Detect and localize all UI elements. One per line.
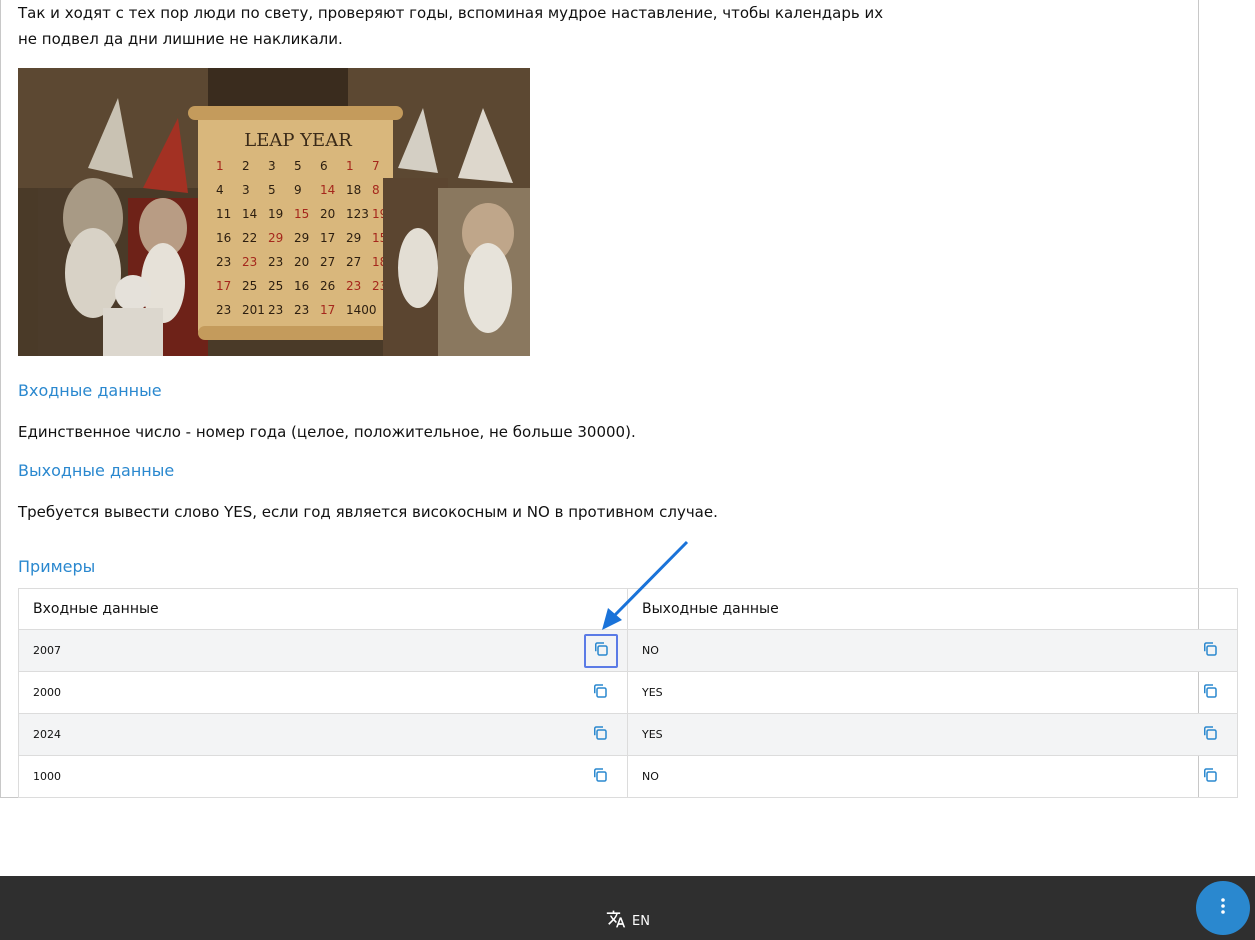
calendar-cell: 3 <box>268 159 276 173</box>
calendar-cell: 20 <box>294 255 309 269</box>
calendar-cell: 17 <box>216 279 231 293</box>
example-input-value: 1000 <box>33 770 61 783</box>
example-row: 1000 NO <box>18 755 1238 798</box>
example-input-value: 2024 <box>33 728 61 741</box>
more-vertical-icon <box>1220 898 1226 918</box>
calendar-cell: 3 <box>242 183 250 197</box>
language-switch[interactable]: EN <box>606 909 650 933</box>
calendar-cell: 29 <box>268 231 283 245</box>
input-section-text: Единственное число - номер года (целое, … <box>18 423 636 441</box>
example-output-cell: NO <box>627 755 1238 798</box>
calendar-cell: 4 <box>216 183 224 197</box>
example-output-cell: NO <box>627 629 1238 672</box>
examples-header-output: Выходные данные <box>627 588 1238 630</box>
output-section-text: Требуется вывести слово YES, если год яв… <box>18 503 718 521</box>
calendar-cell: 23 <box>242 255 257 269</box>
calendar-cell: 123 <box>346 207 369 221</box>
copy-icon <box>1201 682 1219 703</box>
copy-output-button[interactable] <box>1199 640 1221 662</box>
calendar-cell: 23 <box>294 303 309 317</box>
calendar-cell: 18 <box>346 183 361 197</box>
calendar-cell: 16 <box>294 279 309 293</box>
examples-title: Примеры <box>18 557 96 576</box>
examples-header-input: Входные данные <box>18 588 628 630</box>
calendar-cell: 27 <box>346 255 361 269</box>
example-output-cell: YES <box>627 713 1238 756</box>
intro-paragraph: Так и ходят с тех пор люди по свету, про… <box>18 4 884 48</box>
calendar-cell: 201 <box>242 303 265 317</box>
output-section-title: Выходные данные <box>18 461 175 480</box>
copy-icon <box>591 724 609 745</box>
calendar-cell: 23 <box>216 255 231 269</box>
calendar-cell: 17 <box>320 231 335 245</box>
copy-output-button[interactable] <box>1199 682 1221 704</box>
copy-icon <box>1201 640 1219 661</box>
calendar-cell: 23 <box>216 303 231 317</box>
calendar-scroll: LEAP YEAR 1 2 3 5 6 1 74 3 5 9 14 18 811 14 19 15 20 123 1… <box>188 106 403 340</box>
more-menu-button[interactable] <box>1196 881 1250 935</box>
copy-icon <box>1201 724 1219 745</box>
calendar-cell: 23 <box>268 255 283 269</box>
calendar-cell: 1 <box>346 159 354 173</box>
calendar-cell: 2 <box>242 159 250 173</box>
calendar-cell: 5 <box>294 159 302 173</box>
scroll-title: LEAP YEAR <box>244 130 352 151</box>
calendar-cell: 27 <box>320 255 335 269</box>
example-input-value: 2000 <box>33 686 61 699</box>
calendar-cell: 22 <box>242 231 257 245</box>
input-section-title: Входные данные <box>18 381 162 400</box>
calendar-cell: 5 <box>268 183 276 197</box>
calendar-cell: 23 <box>346 279 361 293</box>
example-output-value: YES <box>642 728 663 741</box>
copy-input-button[interactable] <box>589 724 611 746</box>
example-input-value: 2007 <box>33 644 61 657</box>
calendar-cell: 11 <box>216 207 231 221</box>
copy-input-button[interactable] <box>589 682 611 704</box>
example-input-cell: 2000 <box>18 671 628 714</box>
calendar-cell: 23 <box>268 303 283 317</box>
copy-icon <box>591 766 609 787</box>
calendar-cell: 19 <box>268 207 283 221</box>
footer-bar: EN <box>0 876 1255 940</box>
example-row: 2000 YES <box>18 671 1238 714</box>
calendar-cell: 20 <box>320 207 335 221</box>
example-output-value: NO <box>642 644 659 657</box>
calendar-cell: 25 <box>268 279 283 293</box>
calendar-cell: 25 <box>242 279 257 293</box>
example-output-value: NO <box>642 770 659 783</box>
calendar-cell: 17 <box>320 303 335 317</box>
copy-icon <box>592 640 610 661</box>
example-input-cell: 2007 <box>18 629 628 672</box>
example-output-cell: YES <box>627 671 1238 714</box>
annotation-arrow <box>602 540 689 630</box>
copy-output-button[interactable] <box>1199 724 1221 746</box>
calendar-cell: 1400 <box>346 303 377 317</box>
calendar-cell: 14 <box>320 183 335 197</box>
leap-year-illustration: LEAP YEAR 1 2 3 5 6 1 7 4 3 5 9 14 18 8 11 14 19 15 20 123 1… <box>18 68 530 356</box>
calendar-cell: 1 <box>216 159 224 173</box>
calendar-cell: 9 <box>294 183 302 197</box>
copy-output-button[interactable] <box>1199 766 1221 788</box>
calendar-cell: 26 <box>320 279 335 293</box>
example-input-cell: 1000 <box>18 755 628 798</box>
calendar-cell: 14 <box>242 207 257 221</box>
copy-input-button[interactable] <box>589 766 611 788</box>
example-row: 2024 YES <box>18 713 1238 756</box>
calendar-cell: 29 <box>346 231 361 245</box>
calendar-cell: 29 <box>294 231 309 245</box>
translate-icon <box>606 909 626 933</box>
calendar-cell: 6 <box>320 159 328 173</box>
example-input-cell: 2024 <box>18 713 628 756</box>
calendar-cell: 7 <box>372 159 380 173</box>
copy-icon <box>591 682 609 703</box>
copy-icon <box>1201 766 1219 787</box>
example-output-value: YES <box>642 686 663 699</box>
calendar-cell: 16 <box>216 231 231 245</box>
calendar-cell: 8 <box>372 183 380 197</box>
language-label: EN <box>632 913 650 929</box>
calendar-cell: 15 <box>294 207 309 221</box>
